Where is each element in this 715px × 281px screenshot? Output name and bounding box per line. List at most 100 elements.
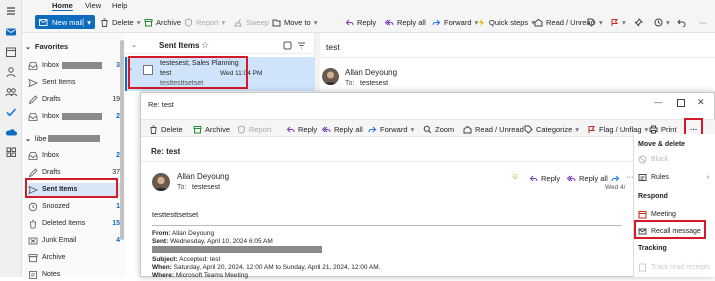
folder-move-icon (272, 18, 281, 27)
mail-icon[interactable] (5, 26, 17, 38)
menu-item-block[interactable]: Block (638, 153, 668, 165)
folder-label: Snoozed (42, 203, 70, 210)
tag-button[interactable]: ▾ (587, 16, 603, 28)
reply-button[interactable]: Reply (286, 123, 317, 135)
draft-count: 19 (112, 96, 120, 103)
folder-label: Archive (42, 254, 66, 261)
tab-home[interactable]: Home (52, 1, 73, 11)
sweep-button[interactable]: Sweep (234, 16, 269, 28)
avatar[interactable] (322, 68, 339, 85)
star-icon[interactable]: ☆ (201, 40, 209, 51)
flag-icon (610, 18, 619, 27)
forward-button[interactable] (611, 172, 620, 184)
reply-all-button[interactable]: Reply all (384, 16, 426, 28)
folder-label: Inbox (42, 152, 60, 159)
chevron-down-icon[interactable]: ⌄ (131, 41, 137, 49)
reply-all-button[interactable]: Reply all (566, 172, 608, 184)
account-header[interactable]: ⌄ libe (25, 132, 100, 145)
redacted-block (47, 135, 100, 142)
avatar[interactable] (152, 173, 170, 191)
flag-button[interactable]: ▾ (610, 16, 626, 28)
rules-label: Rules (651, 173, 669, 181)
folder-item-favorites-drafts[interactable]: Drafts 19 (28, 93, 123, 106)
menu-bar: Home View Help (22, 0, 715, 11)
inbox-icon (28, 151, 38, 161)
zoom-button[interactable]: Zoom (423, 123, 454, 135)
quote-divider (152, 225, 622, 226)
todo-icon[interactable] (5, 106, 17, 118)
onedrive-icon[interactable] (5, 126, 17, 138)
filter-icon[interactable] (297, 41, 306, 50)
archive-icon (144, 18, 153, 27)
close-icon[interactable]: ✕ (697, 97, 705, 108)
divider (125, 53, 315, 54)
chevron-down-icon[interactable]: ▾ (83, 17, 91, 27)
emoji-icon[interactable]: ☺ (511, 172, 519, 181)
folder-item-inbox[interactable]: Inbox 2 (28, 149, 123, 162)
tab-help[interactable]: Help (112, 1, 127, 10)
folder-item-favorites-inbox-2[interactable]: Inbox 2 (28, 110, 123, 123)
pin-button[interactable] (634, 16, 643, 28)
tag-icon (587, 18, 596, 27)
read-unread-button[interactable]: Read / Unread (534, 16, 595, 28)
folder-item-notes[interactable]: Notes (28, 268, 123, 281)
move-to-button[interactable]: Move to ▾ (272, 16, 317, 28)
archive-label: Archive (156, 17, 182, 27)
forward-button[interactable]: Forward ▾ (368, 123, 414, 135)
zoom-label: Zoom (435, 124, 455, 134)
read-unread-button[interactable]: Read / Unread (463, 123, 524, 135)
junk-icon (28, 236, 38, 246)
menu-item-meeting[interactable]: Meeting (638, 208, 676, 220)
forward-button[interactable]: Forward ▾ (432, 16, 478, 28)
new-mail-button[interactable]: New mail ▾ (35, 15, 95, 29)
select-icon[interactable] (283, 41, 292, 50)
maximize-icon[interactable] (677, 99, 685, 107)
shield-icon (237, 124, 246, 134)
minimize-icon[interactable]: — (654, 98, 662, 107)
chevron-down-icon: ⌄ (25, 135, 31, 143)
archive-button[interactable]: Archive (144, 16, 181, 28)
folder-pane: ⌄ Favorites Inbox 3 Sent Items Drafts 19… (22, 33, 125, 279)
folder-label: Drafts (42, 96, 61, 103)
quick-steps-button[interactable]: Quick steps ▾ (477, 16, 535, 28)
report-button[interactable]: Report ▾ (184, 16, 225, 28)
folder-item-favorites-sent[interactable]: Sent Items (28, 76, 123, 89)
reply-button[interactable]: Reply (529, 172, 560, 184)
delete-button[interactable]: Delete ▾ (100, 16, 140, 28)
report-button[interactable]: Report (237, 123, 272, 135)
move-to-label: Move to (284, 17, 311, 27)
tab-view[interactable]: View (85, 1, 101, 10)
chevron-right-icon: › (706, 173, 710, 181)
redacted-block (152, 246, 322, 253)
menu-item-rules[interactable]: Rules › (638, 171, 709, 183)
sent-label: Sent: (152, 238, 169, 245)
folder-item-snoozed[interactable]: Snoozed 1 (28, 200, 123, 213)
archive-button[interactable]: Archive (193, 123, 230, 135)
snooze-button[interactable]: ▾ (654, 16, 670, 28)
reply-button[interactable]: Reply (345, 16, 376, 28)
receipt-icon (638, 263, 647, 272)
people-icon[interactable] (5, 66, 17, 78)
favorites-header[interactable]: ⌄ Favorites (25, 40, 68, 53)
folder-scrollbar[interactable] (120, 40, 124, 240)
more-options-button[interactable]: ··· (699, 16, 707, 28)
folder-item-junk-email[interactable]: Junk Email 4 (28, 234, 123, 247)
flag-unflag-label: Flag / Unflag (599, 124, 642, 134)
folder-item-deleted-items[interactable]: Deleted Items 15 (28, 217, 123, 230)
groups-icon[interactable] (5, 86, 17, 98)
popup-subject: Re: test (151, 147, 181, 156)
new-mail-label: New mail (52, 17, 83, 27)
undo-button[interactable] (677, 16, 686, 28)
calendar-icon[interactable] (5, 46, 17, 58)
folder-item-archive[interactable]: Archive (28, 251, 123, 264)
reply-icon (529, 174, 538, 183)
delete-button[interactable]: Delete (149, 123, 183, 135)
zoom-icon (423, 125, 432, 134)
hamburger-menu-icon[interactable] (5, 5, 17, 17)
menu-item-track[interactable]: Track read receipts (638, 261, 711, 273)
folder-item-favorites-inbox[interactable]: Inbox 3 (28, 59, 123, 72)
apps-icon[interactable] (5, 146, 17, 158)
shield-icon (184, 17, 193, 27)
reply-all-button[interactable]: Reply all (321, 123, 363, 135)
categorize-button[interactable]: Categorize ▾ (524, 123, 579, 135)
